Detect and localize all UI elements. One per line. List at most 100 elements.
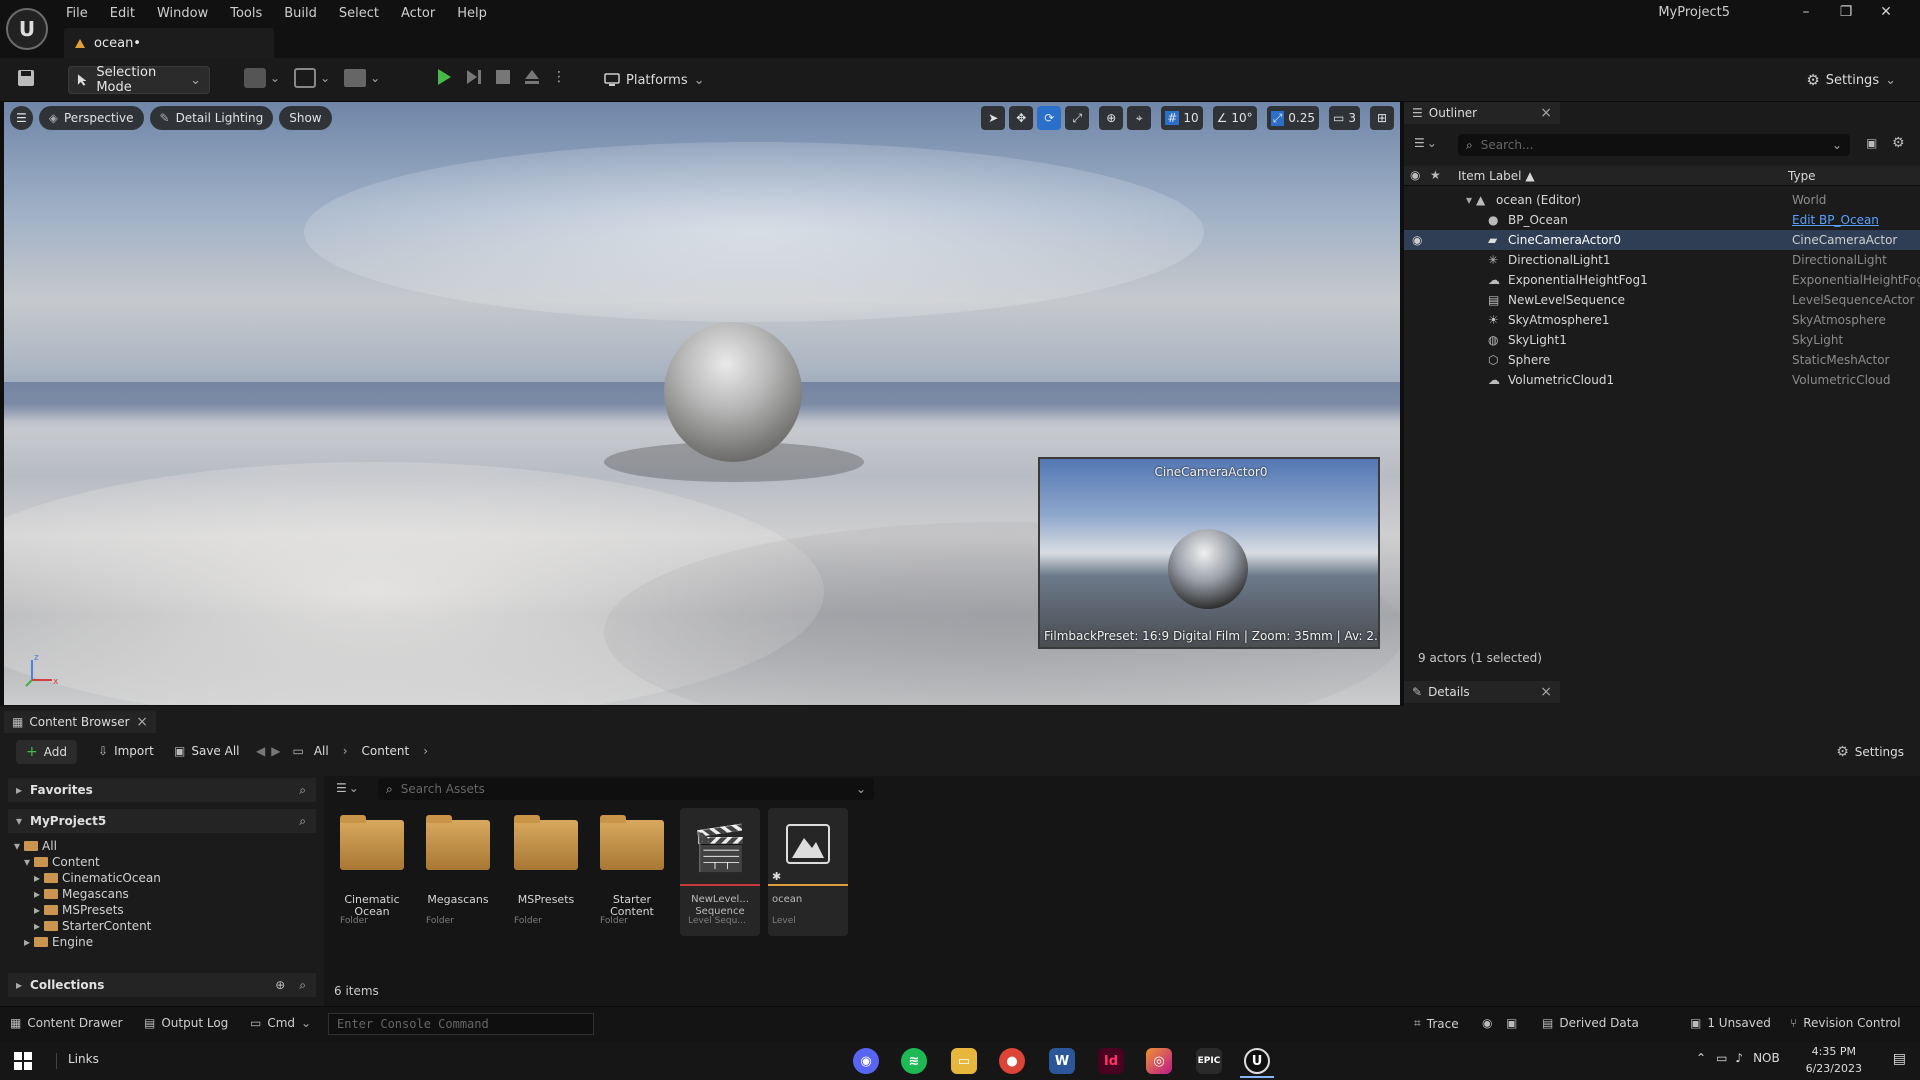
type-column-header[interactable]: Type <box>1788 169 1816 183</box>
unsaved-button[interactable]: ▣ 1 Unsaved <box>1690 1016 1771 1030</box>
tree-item-content[interactable]: ▾ Content <box>24 854 100 870</box>
filter-button[interactable]: ☰ ⌄ <box>1414 136 1437 150</box>
blueprint-icon[interactable] <box>294 68 317 88</box>
world-space-icon[interactable]: ⊕ <box>1099 106 1124 130</box>
platforms-dropdown[interactable]: Platforms ⌄ <box>596 66 713 94</box>
menu-build[interactable]: Build <box>284 6 317 21</box>
tree-item-startercontent[interactable]: ▸ StarterContent <box>34 918 151 934</box>
tree-item-engine[interactable]: ▸ Engine <box>24 934 93 950</box>
close-icon[interactable]: × <box>136 714 148 730</box>
tree-item-mspresets[interactable]: ▸ MSPresets <box>34 902 124 918</box>
surface-snap-icon[interactable]: ⌖ <box>1127 106 1152 130</box>
asset-search-input[interactable]: ⌕ Search Assets ⌄ <box>378 778 874 800</box>
tree-item-cinematicocean[interactable]: ▸ CinematicOcean <box>34 870 161 886</box>
add-collection-icon[interactable]: ⊕ <box>275 978 285 992</box>
revision-control-button[interactable]: ⑂ Revision Control <box>1790 1016 1901 1030</box>
derived-data-button[interactable]: ▤ Derived Data <box>1542 1016 1639 1030</box>
breadcrumb-all[interactable]: All <box>314 744 329 758</box>
level-document-tab[interactable]: ocean• <box>64 28 274 58</box>
breadcrumb-content[interactable]: Content <box>362 744 410 758</box>
chevron-down-icon[interactable]: ⌄ <box>270 71 280 85</box>
cinematics-icon[interactable] <box>344 69 367 87</box>
add-button[interactable]: + Add <box>16 740 77 764</box>
outliner-search-input[interactable]: ⌕ Search... ⌄ <box>1458 134 1850 156</box>
outliner-row-volumetric-cloud[interactable]: ☁ VolumetricCloud1 VolumetricCloud <box>1404 370 1920 390</box>
epic-games-icon[interactable]: EPIC <box>1196 1048 1222 1074</box>
close-icon[interactable]: × <box>1540 105 1552 121</box>
save-icon[interactable] <box>16 68 36 88</box>
details-tab[interactable]: ✎ Details × <box>1404 681 1560 703</box>
add-folder-icon[interactable]: ▣ <box>1866 136 1877 150</box>
record-icon[interactable]: ◉ <box>1482 1016 1492 1030</box>
scale-tool-icon[interactable]: ⤢ <box>1065 106 1090 130</box>
instagram-icon[interactable]: ◎ <box>1146 1048 1172 1074</box>
camera-speed-button[interactable]: ▭ 3 <box>1329 106 1360 130</box>
asset-tile-newlevelsequence[interactable]: 🎬 NewLevel... Sequence Level Sequ... <box>680 808 760 936</box>
volume-icon[interactable]: ♪ <box>1735 1051 1743 1065</box>
item-label-column-header[interactable]: Item Label ▲ <box>1458 169 1535 183</box>
eye-icon[interactable]: ◉ <box>1412 233 1422 247</box>
show-button[interactable]: Show <box>279 106 332 130</box>
collections-section[interactable]: ▸ Collections ⊕ ⌕ <box>8 973 316 997</box>
scale-snap-toggle[interactable]: ⤢ 0.25 <box>1266 106 1320 130</box>
chevron-down-icon[interactable]: ⌄ <box>320 71 330 85</box>
file-explorer-icon[interactable]: ▭ <box>951 1048 977 1074</box>
content-drawer-button[interactable]: ▦ Content Drawer <box>10 1016 123 1030</box>
grid-snap-toggle[interactable]: #10 <box>1161 106 1203 130</box>
content-settings-button[interactable]: ⚙ Settings <box>1836 744 1904 760</box>
outliner-row-world[interactable]: ▾ ▲ ocean (Editor) World <box>1404 190 1920 210</box>
expand-arrow-icon[interactable]: ▾ <box>1466 193 1472 207</box>
chevron-down-icon[interactable]: ⌄ <box>370 71 380 85</box>
visibility-column-icon[interactable]: ◉ <box>1410 168 1420 182</box>
viewport-menu-button[interactable]: ☰ <box>10 106 33 130</box>
layout-icon[interactable]: ⊞ <box>1370 106 1394 130</box>
menu-tools[interactable]: Tools <box>230 6 262 21</box>
tree-item-megascans[interactable]: ▸ Megascans <box>34 886 129 902</box>
outliner-row-sky-light[interactable]: ◍ SkyLight1 SkyLight <box>1404 330 1920 350</box>
project-section[interactable]: ▾ MyProject5 ⌕ <box>8 809 316 833</box>
select-tool-icon[interactable]: ➤ <box>981 106 1006 130</box>
close-icon[interactable]: × <box>1540 684 1552 700</box>
menu-window[interactable]: Window <box>157 6 208 21</box>
windows-start-icon[interactable] <box>14 1052 32 1070</box>
chevron-up-icon[interactable]: ⌃ <box>1696 1051 1706 1065</box>
menu-select[interactable]: Select <box>339 6 379 21</box>
tree-item-all[interactable]: ▾ All <box>14 838 57 854</box>
outliner-row-sky-atmosphere[interactable]: ☀ SkyAtmosphere1 SkyAtmosphere <box>1404 310 1920 330</box>
indesign-icon[interactable]: Id <box>1098 1048 1124 1074</box>
close-icon[interactable]: ✕ <box>1866 4 1906 20</box>
minimize-icon[interactable]: – <box>1786 4 1826 20</box>
search-icon[interactable]: ⌕ <box>299 978 306 993</box>
outliner-row-fog[interactable]: ☁ ExponentialHeightFog1 ExponentialHeigh… <box>1404 270 1920 290</box>
rotate-tool-icon[interactable]: ⟳ <box>1037 106 1062 130</box>
forward-icon[interactable]: ▶ <box>271 744 280 758</box>
console-input[interactable]: Enter Console Command <box>328 1013 594 1035</box>
settings-dropdown[interactable]: ⚙ Settings ⌄ <box>1792 66 1904 94</box>
sphere-actor[interactable] <box>664 322 802 462</box>
perspective-button[interactable]: ◈ Perspective <box>38 106 144 130</box>
asset-tile-ocean-level[interactable]: ✱ ocean Level <box>768 808 848 936</box>
chevron-right-icon[interactable]: › <box>423 744 428 758</box>
eject-icon[interactable] <box>522 67 542 87</box>
selection-mode-dropdown[interactable]: Selection Mode ⌄ <box>68 65 210 95</box>
lighting-mode-button[interactable]: ✎ Detail Lighting <box>149 106 274 130</box>
output-log-button[interactable]: ▤ Output Log <box>144 1016 228 1030</box>
rotation-snap-toggle[interactable]: ∠ 10° <box>1212 106 1257 130</box>
translate-tool-icon[interactable]: ✥ <box>1009 106 1034 130</box>
outliner-row-bp-ocean[interactable]: ● BP_Ocean Edit BP_Ocean <box>1404 210 1920 230</box>
favorites-section[interactable]: ▸ Favorites ⌕ <box>8 778 316 802</box>
chrome-icon[interactable]: ● <box>999 1048 1025 1074</box>
asset-tile-mspresets[interactable]: MSPresets Folder <box>506 808 586 936</box>
discord-icon[interactable]: ◉ <box>853 1048 879 1074</box>
notifications-icon[interactable]: ▤ <box>1893 1051 1906 1067</box>
taskbar-clock[interactable]: 4:35 PM 6/23/2023 <box>1806 1043 1862 1077</box>
edit-blueprint-link[interactable]: Edit BP_Ocean <box>1792 213 1879 227</box>
menu-help[interactable]: Help <box>457 6 487 21</box>
menu-edit[interactable]: Edit <box>110 6 135 21</box>
asset-filter-button[interactable]: ☰ ⌄ <box>336 781 359 795</box>
outliner-row-directional-light[interactable]: ✳ DirectionalLight1 DirectionalLight <box>1404 250 1920 270</box>
restore-icon[interactable]: ❐ <box>1826 4 1866 20</box>
save-all-button[interactable]: ▣ Save All <box>174 744 240 758</box>
unreal-engine-taskbar-icon[interactable]: U <box>1244 1048 1270 1074</box>
pin-column-icon[interactable]: ★ <box>1430 168 1441 182</box>
